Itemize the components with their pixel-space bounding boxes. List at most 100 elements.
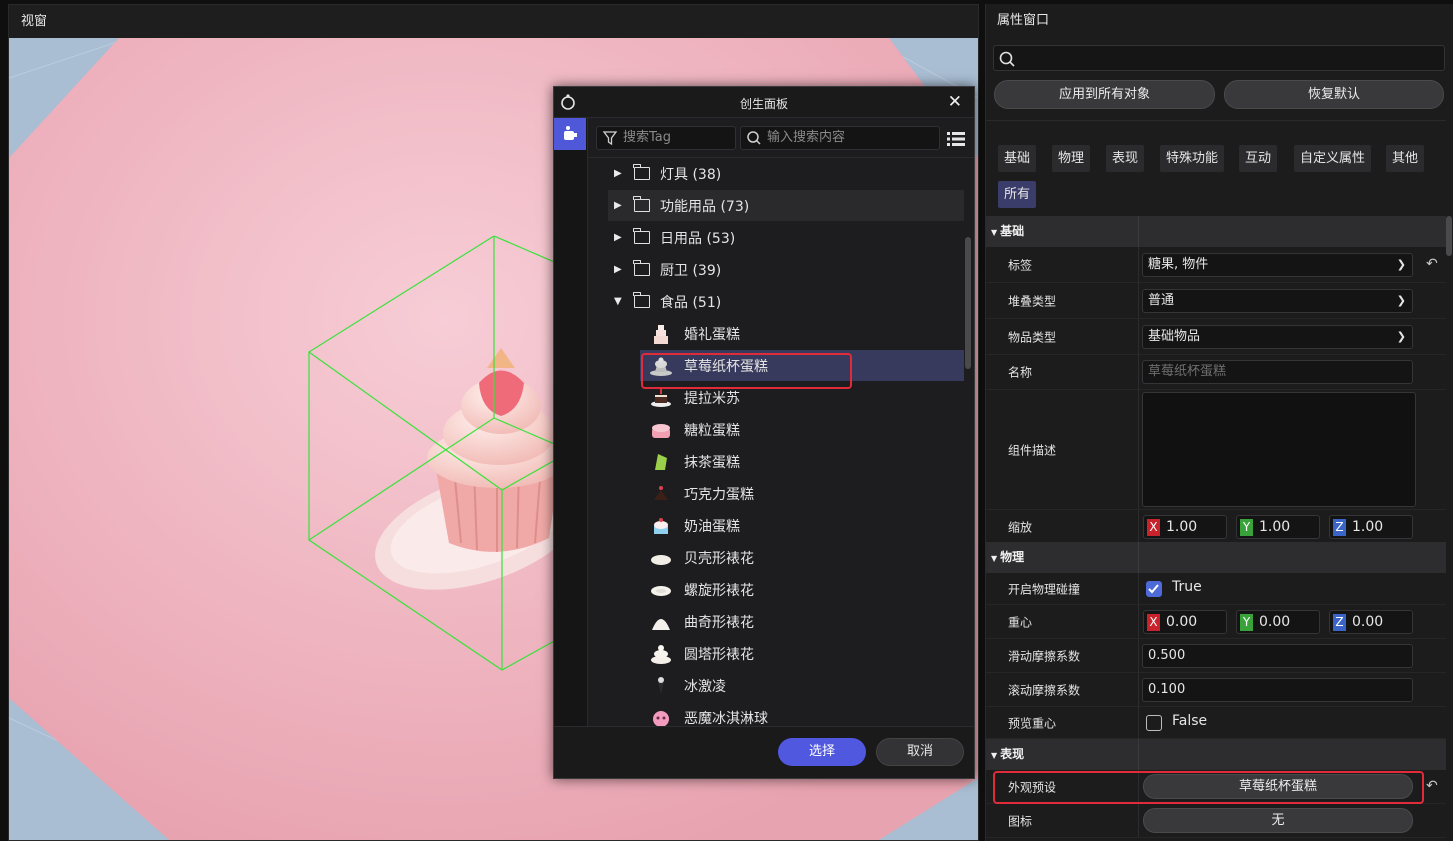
item-label: 婚礼蛋糕 bbox=[684, 326, 740, 343]
section-physics-header[interactable]: ▼ 物理 bbox=[986, 542, 1446, 573]
sidebar-tab-objects[interactable] bbox=[554, 118, 586, 150]
chevron-down-icon: ❯ bbox=[1396, 294, 1406, 307]
prop-label: 标签 bbox=[1008, 258, 1033, 272]
prop-row-collision: 开启物理碰撞 True bbox=[986, 573, 1446, 605]
list-item[interactable]: 恶魔冰淇淋球 bbox=[640, 702, 964, 726]
item-label: 冰激凌 bbox=[684, 678, 726, 695]
tab-custom[interactable]: 自定义属性 bbox=[1294, 145, 1372, 172]
tab-other[interactable]: 其他 bbox=[1386, 145, 1425, 172]
folder-row[interactable]: ▶ 功能用品 (73) bbox=[608, 190, 964, 221]
properties-search-input[interactable] bbox=[993, 45, 1445, 71]
list-item[interactable]: 圆塔形裱花 bbox=[640, 638, 964, 669]
prop-label: 组件描述 bbox=[1008, 443, 1057, 457]
reset-default-button[interactable]: 恢复默认 bbox=[1224, 80, 1444, 109]
list-item[interactable]: 奶油蛋糕 bbox=[640, 510, 964, 541]
slide-friction-input[interactable]: 0.500 bbox=[1142, 644, 1413, 668]
description-textarea[interactable] bbox=[1142, 392, 1416, 507]
content-search-placeholder: 输入搜索内容 bbox=[767, 130, 846, 145]
tab-basic[interactable]: 基础 bbox=[998, 145, 1037, 172]
folder-row[interactable]: ▶ 灯具 (38) bbox=[608, 158, 964, 189]
prop-row-appearance-preset: 外观预设 草莓纸杯蛋糕 ↶ bbox=[986, 770, 1446, 804]
cancel-button[interactable]: 取消 bbox=[876, 738, 964, 766]
center-y-field[interactable]: Y 0.00 bbox=[1236, 610, 1320, 634]
section-title: 物理 bbox=[1000, 550, 1025, 564]
tag-select[interactable]: 糖果, 物件 ❯ bbox=[1142, 253, 1413, 277]
center-z-field[interactable]: Z 0.00 bbox=[1329, 610, 1413, 634]
expand-arrow-icon[interactable]: ▶ bbox=[614, 264, 624, 275]
list-item[interactable]: 提拉米苏 bbox=[640, 382, 964, 413]
viewport-title: 视窗 bbox=[9, 5, 978, 38]
x-axis-badge: X bbox=[1147, 519, 1160, 536]
collision-checkbox[interactable] bbox=[1146, 581, 1162, 597]
apply-to-all-button[interactable]: 应用到所有对象 bbox=[994, 80, 1215, 109]
z-axis-badge: Z bbox=[1333, 614, 1346, 631]
list-item[interactable]: 贝壳形裱花 bbox=[640, 542, 964, 573]
expand-arrow-icon[interactable]: ▶ bbox=[614, 232, 624, 243]
prop-label: 图标 bbox=[1008, 814, 1033, 828]
item-label: 曲奇形裱花 bbox=[684, 614, 754, 631]
prop-label: 开启物理碰撞 bbox=[1008, 582, 1081, 596]
icon-select-button[interactable]: 无 bbox=[1143, 808, 1413, 833]
folder-row[interactable]: ▼ 食品 (51) bbox=[608, 286, 964, 317]
center-x-value: 0.00 bbox=[1166, 614, 1198, 630]
preview-center-checkbox[interactable] bbox=[1146, 715, 1162, 731]
tag-search-placeholder: 搜索Tag bbox=[623, 130, 672, 145]
cupcake-icon bbox=[648, 353, 674, 379]
undo-icon[interactable]: ↶ bbox=[1426, 256, 1438, 272]
collapse-arrow-icon[interactable]: ▼ bbox=[614, 296, 624, 307]
list-item[interactable]: 糖粒蛋糕 bbox=[640, 414, 964, 445]
list-item[interactable]: 螺旋形裱花 bbox=[640, 574, 964, 605]
folder-row[interactable]: ▶ 日用品 (53) bbox=[608, 222, 964, 253]
item-label: 奶油蛋糕 bbox=[684, 518, 740, 535]
list-item[interactable]: 巧克力蛋糕 bbox=[640, 478, 964, 509]
list-view-icon[interactable] bbox=[947, 131, 965, 147]
y-axis-badge: Y bbox=[1240, 614, 1253, 631]
tab-all[interactable]: 所有 bbox=[998, 181, 1037, 208]
tab-appearance[interactable]: 表现 bbox=[1106, 145, 1145, 172]
name-input[interactable]: 草莓纸杯蛋糕 bbox=[1142, 360, 1413, 384]
list-item-selected[interactable]: 草莓纸杯蛋糕 bbox=[640, 350, 964, 381]
expand-arrow-icon[interactable]: ▶ bbox=[614, 168, 624, 179]
tab-interaction[interactable]: 互动 bbox=[1239, 145, 1278, 172]
chocolate-cake-icon bbox=[648, 481, 674, 507]
appearance-preset-button[interactable]: 草莓纸杯蛋糕 bbox=[1143, 774, 1413, 799]
undo-icon[interactable]: ↶ bbox=[1426, 778, 1438, 794]
folder-label: 厨卫 (39) bbox=[660, 262, 722, 279]
prop-label: 名称 bbox=[1008, 365, 1033, 380]
dialog-scrollbar[interactable] bbox=[965, 237, 971, 369]
list-item[interactable]: 抹茶蛋糕 bbox=[640, 446, 964, 477]
tab-physics[interactable]: 物理 bbox=[1052, 145, 1091, 172]
list-item[interactable]: 冰激凌 bbox=[640, 670, 964, 701]
folder-row[interactable]: ▶ 厨卫 (39) bbox=[608, 254, 964, 285]
item-label: 巧克力蛋糕 bbox=[684, 486, 754, 503]
scale-z-field[interactable]: Z 1.00 bbox=[1329, 515, 1413, 539]
cookie-icing-icon bbox=[648, 609, 674, 635]
section-basic-header[interactable]: ▼ 基础 bbox=[986, 216, 1446, 247]
scale-y-field[interactable]: Y 1.00 bbox=[1236, 515, 1320, 539]
close-icon[interactable]: ✕ bbox=[948, 92, 962, 112]
scale-z-value: 1.00 bbox=[1352, 519, 1384, 535]
expand-arrow-icon[interactable]: ▶ bbox=[614, 200, 624, 211]
collision-value: True bbox=[1172, 579, 1202, 595]
scale-x-value: 1.00 bbox=[1166, 519, 1198, 535]
content-search-input[interactable]: 输入搜索内容 bbox=[740, 126, 940, 150]
scale-x-field[interactable]: X 1.00 bbox=[1143, 515, 1227, 539]
section-appearance-header[interactable]: ▼ 表现 bbox=[986, 739, 1446, 770]
list-item[interactable]: 婚礼蛋糕 bbox=[640, 318, 964, 349]
tower-icing-icon bbox=[648, 641, 674, 667]
properties-scrollbar[interactable] bbox=[1446, 216, 1452, 256]
check-icon bbox=[1148, 584, 1159, 594]
wedding-cake-icon bbox=[648, 321, 674, 347]
list-item[interactable]: 曲奇形裱花 bbox=[640, 606, 964, 637]
center-y-value: 0.00 bbox=[1259, 614, 1291, 630]
center-x-field[interactable]: X 0.00 bbox=[1143, 610, 1227, 634]
item-label: 提拉米苏 bbox=[684, 390, 740, 407]
tag-search-input[interactable]: 搜索Tag bbox=[596, 126, 736, 150]
tag-value: 糖果, 物件 bbox=[1148, 257, 1209, 272]
item-type-select[interactable]: 基础物品 ❯ bbox=[1142, 325, 1413, 349]
tab-special[interactable]: 特殊功能 bbox=[1160, 145, 1225, 172]
item-label: 圆塔形裱花 bbox=[684, 646, 754, 663]
stack-type-select[interactable]: 普通 ❯ bbox=[1142, 289, 1413, 313]
roll-friction-input[interactable]: 0.100 bbox=[1142, 678, 1413, 702]
select-button[interactable]: 选择 bbox=[778, 738, 866, 766]
